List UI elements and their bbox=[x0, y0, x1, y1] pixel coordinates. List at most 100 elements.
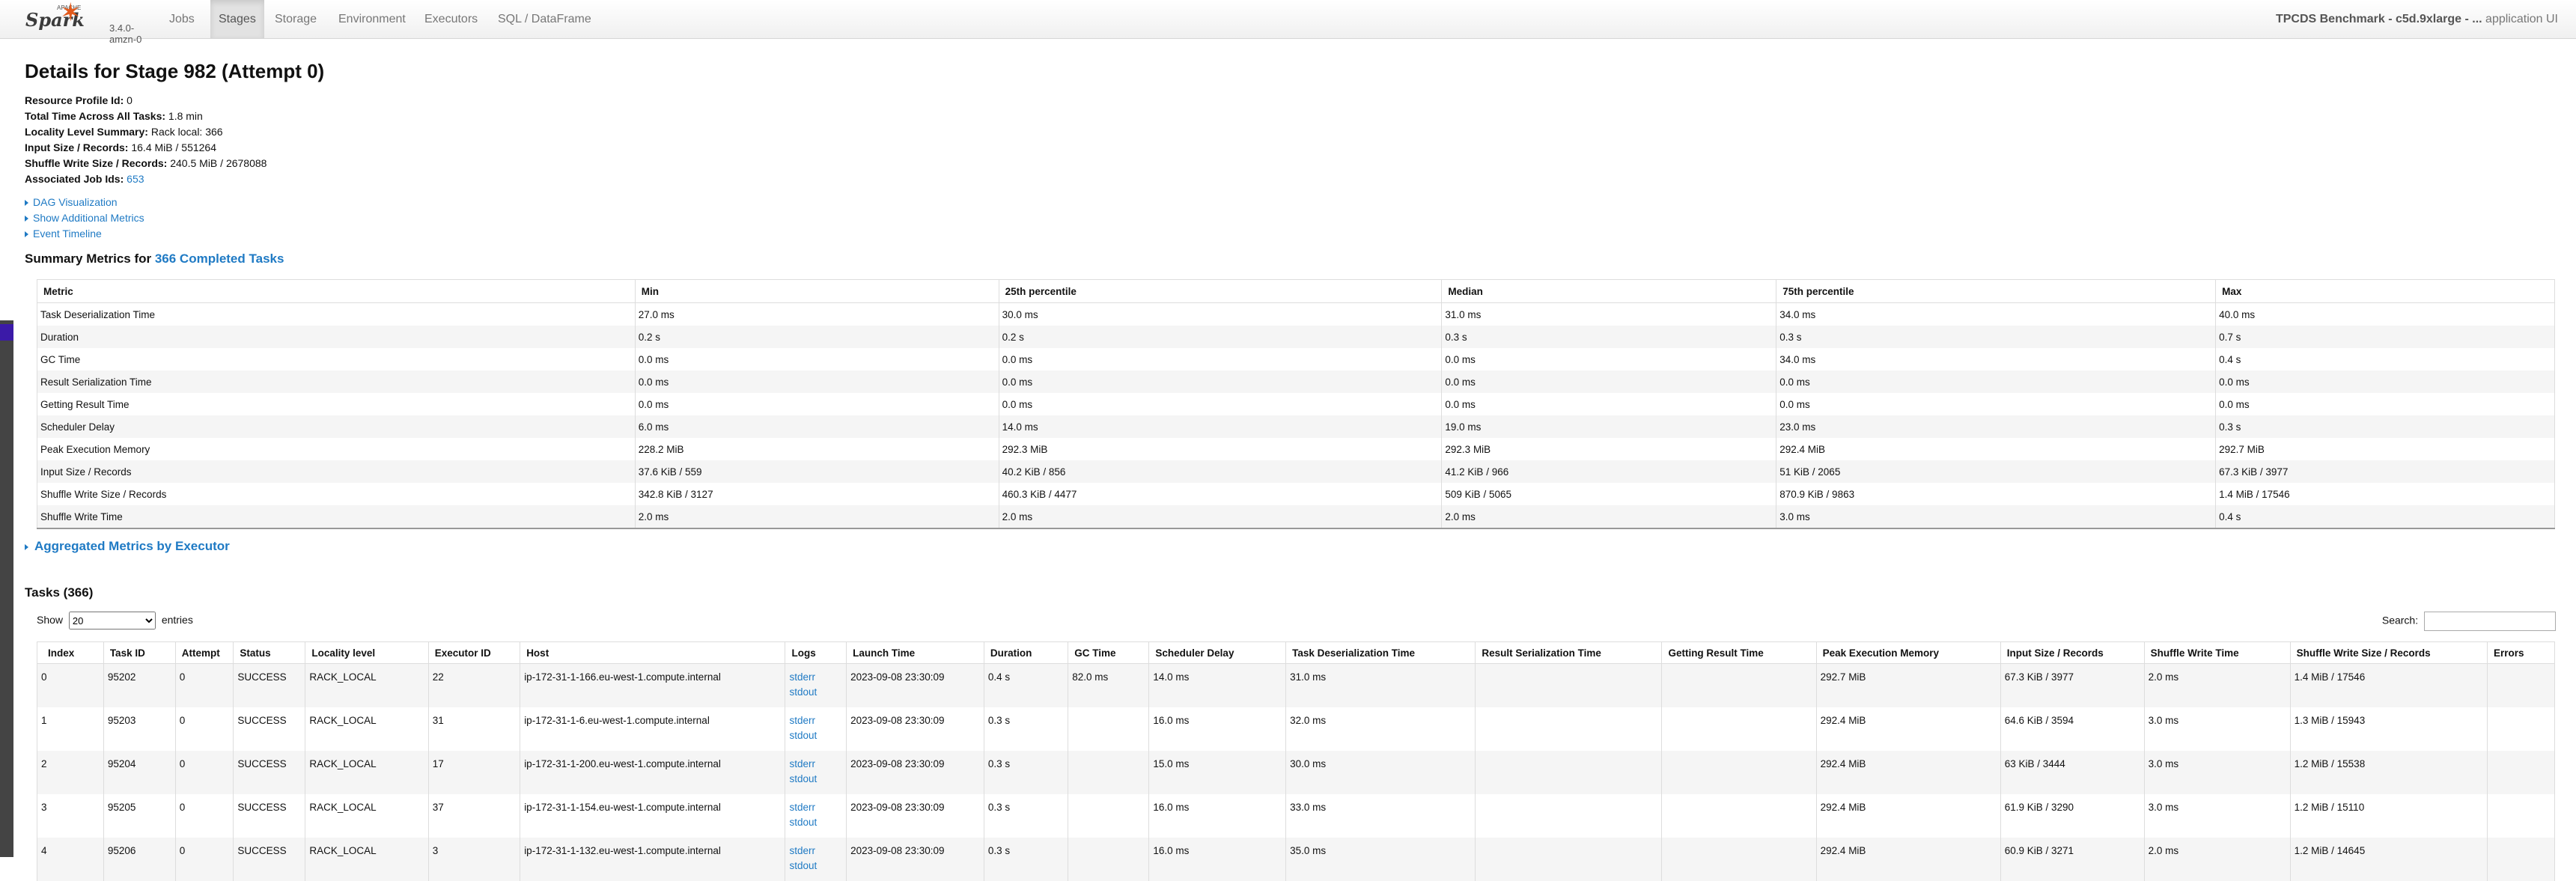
summary-column-header[interactable]: Min bbox=[635, 280, 999, 303]
summary-cell: 0.0 ms bbox=[999, 348, 1442, 371]
tasks-column-header[interactable]: GC Time bbox=[1068, 642, 1149, 664]
app-name: TPCDS Benchmark - c5d.9xlarge - ... bbox=[2276, 13, 2482, 25]
event-timeline-toggle[interactable]: Event Timeline bbox=[25, 228, 102, 240]
table-cell: stderrstdout bbox=[785, 838, 847, 881]
log-link-stdout[interactable]: stdout bbox=[789, 728, 842, 743]
log-link-stdout[interactable]: stdout bbox=[789, 815, 842, 830]
tasks-column-header[interactable]: Task ID bbox=[103, 642, 175, 664]
log-link-stderr[interactable]: stderr bbox=[789, 757, 842, 772]
summary-cell: 3.0 ms bbox=[1776, 505, 2216, 528]
tasks-column-header[interactable]: Status bbox=[234, 642, 305, 664]
tasks-column-header[interactable]: Shuffle Write Size / Records bbox=[2290, 642, 2487, 664]
summary-column-header[interactable]: 25th percentile bbox=[999, 280, 1442, 303]
summary-row: Peak Execution Memory228.2 MiB292.3 MiB2… bbox=[37, 438, 2555, 460]
table-cell bbox=[1476, 794, 1662, 838]
page-title: Details for Stage 982 (Attempt 0) bbox=[25, 60, 324, 83]
log-link-stderr[interactable]: stderr bbox=[789, 670, 842, 685]
log-link-stderr[interactable]: stderr bbox=[789, 844, 842, 859]
summary-prefix: Summary Metrics for bbox=[25, 252, 155, 266]
tasks-body: 0952020SUCCESSRACK_LOCAL22ip-172-31-1-16… bbox=[37, 664, 2555, 881]
tasks-column-header[interactable]: Host bbox=[520, 642, 785, 664]
additional-metrics-toggle[interactable]: Show Additional Metrics bbox=[25, 212, 144, 224]
tasks-column-header[interactable]: Errors bbox=[2488, 642, 2555, 664]
summary-column-header[interactable]: Max bbox=[2216, 280, 2555, 303]
log-link-stderr[interactable]: stderr bbox=[789, 800, 842, 815]
caret-right-icon bbox=[25, 216, 28, 222]
table-cell: 292.4 MiB bbox=[1816, 838, 2000, 881]
tasks-column-header[interactable]: Shuffle Write Time bbox=[2144, 642, 2290, 664]
nav-tab-sql-dataframe[interactable]: SQL / DataFrame bbox=[490, 0, 600, 38]
log-link-stdout[interactable]: stdout bbox=[789, 685, 842, 700]
tasks-column-header[interactable]: Scheduler Delay bbox=[1149, 642, 1286, 664]
tasks-column-header[interactable]: Locality level bbox=[305, 642, 428, 664]
job-id-link[interactable]: 653 bbox=[127, 173, 144, 185]
info-value: 0 bbox=[127, 94, 133, 106]
table-cell bbox=[1476, 664, 1662, 708]
summary-cell: 0.3 s bbox=[2216, 415, 2555, 438]
tasks-column-header[interactable]: Input Size / Records bbox=[2000, 642, 2144, 664]
table-cell: 2 bbox=[37, 751, 104, 794]
summary-cell: 2.0 ms bbox=[999, 505, 1442, 528]
summary-row: Getting Result Time0.0 ms0.0 ms0.0 ms0.0… bbox=[37, 393, 2555, 415]
summary-cell: 1.4 MiB / 17546 bbox=[2216, 483, 2555, 505]
tasks-column-header[interactable]: Launch Time bbox=[847, 642, 984, 664]
summary-row: Result Serialization Time0.0 ms0.0 ms0.0… bbox=[37, 371, 2555, 393]
nav-tab-executors[interactable]: Executors bbox=[416, 0, 486, 38]
summary-row: Shuffle Write Time2.0 ms2.0 ms2.0 ms3.0 … bbox=[37, 505, 2555, 528]
summary-cell: 228.2 MiB bbox=[635, 438, 999, 460]
summary-cell: Getting Result Time bbox=[37, 393, 636, 415]
table-cell: RACK_LOCAL bbox=[305, 664, 428, 708]
dag-visualization-toggle[interactable]: DAG Visualization bbox=[25, 196, 118, 208]
spark-logo[interactable]: APACHE Spark ✶ 3.4.0-amzn-0 bbox=[24, 1, 144, 36]
summary-cell: 870.9 KiB / 9863 bbox=[1776, 483, 2216, 505]
caret-right-icon bbox=[25, 544, 28, 550]
aggregated-label: Aggregated Metrics by Executor bbox=[34, 539, 230, 553]
table-cell: 0 bbox=[37, 664, 104, 708]
table-cell: 30.0 ms bbox=[1286, 751, 1476, 794]
tasks-column-header[interactable]: Executor ID bbox=[428, 642, 520, 664]
log-link-stderr[interactable]: stderr bbox=[789, 713, 842, 728]
log-link-stdout[interactable]: stdout bbox=[789, 772, 842, 787]
tasks-column-header[interactable]: Peak Execution Memory bbox=[1816, 642, 2000, 664]
nav-tab-storage[interactable]: Storage bbox=[267, 0, 325, 38]
tasks-column-header[interactable]: Duration bbox=[984, 642, 1068, 664]
summary-cell: 51 KiB / 2065 bbox=[1776, 460, 2216, 483]
table-row: 2952040SUCCESSRACK_LOCAL17ip-172-31-1-20… bbox=[37, 751, 2555, 794]
table-row: 1952030SUCCESSRACK_LOCAL31ip-172-31-1-6.… bbox=[37, 707, 2555, 751]
table-cell: 1.3 MiB / 15943 bbox=[2290, 707, 2487, 751]
nav-tab-stages[interactable]: Stages bbox=[210, 0, 264, 38]
nav-tab-environment[interactable]: Environment bbox=[330, 0, 414, 38]
info-value: 240.5 MiB / 2678088 bbox=[170, 157, 267, 169]
table-cell: 4 bbox=[37, 838, 104, 881]
table-cell: ip-172-31-1-132.eu-west-1.compute.intern… bbox=[520, 838, 785, 881]
completed-tasks-link[interactable]: 366 Completed Tasks bbox=[155, 252, 284, 266]
tasks-column-header[interactable]: Attempt bbox=[175, 642, 234, 664]
tasks-column-header[interactable]: Index bbox=[37, 642, 104, 664]
aggregated-metrics-toggle[interactable]: Aggregated Metrics by Executor bbox=[25, 539, 230, 554]
summary-cell: 0.0 ms bbox=[635, 348, 999, 371]
table-cell: 3.0 ms bbox=[2144, 707, 2290, 751]
summary-column-header[interactable]: Metric bbox=[37, 280, 636, 303]
tasks-column-header[interactable]: Result Serialization Time bbox=[1476, 642, 1662, 664]
summary-metrics-table: MetricMin25th percentileMedian75th perce… bbox=[37, 279, 2555, 529]
nav-tab-jobs[interactable]: Jobs bbox=[161, 0, 203, 38]
table-cell: 3.0 ms bbox=[2144, 794, 2290, 838]
info-label: Input Size / Records: bbox=[25, 141, 128, 153]
table-cell bbox=[2488, 838, 2555, 881]
page-length-select[interactable]: 20 bbox=[69, 612, 156, 629]
tasks-column-header[interactable]: Getting Result Time bbox=[1662, 642, 1816, 664]
info-locality: Locality Level Summary: Rack local: 366 bbox=[25, 124, 267, 140]
summary-cell: 0.0 ms bbox=[2216, 393, 2555, 415]
table-cell: 0 bbox=[175, 707, 234, 751]
tasks-column-header[interactable]: Task Deserialization Time bbox=[1286, 642, 1476, 664]
table-cell: 67.3 KiB / 3977 bbox=[2000, 664, 2144, 708]
summary-column-header[interactable]: 75th percentile bbox=[1776, 280, 2216, 303]
table-cell bbox=[2488, 751, 2555, 794]
table-cell: 14.0 ms bbox=[1149, 664, 1286, 708]
search-input[interactable] bbox=[2424, 612, 2556, 631]
entries-label: entries bbox=[162, 614, 193, 626]
summary-column-header[interactable]: Median bbox=[1442, 280, 1776, 303]
table-cell: 16.0 ms bbox=[1149, 838, 1286, 881]
log-link-stdout[interactable]: stdout bbox=[789, 859, 842, 874]
tasks-column-header[interactable]: Logs bbox=[785, 642, 847, 664]
